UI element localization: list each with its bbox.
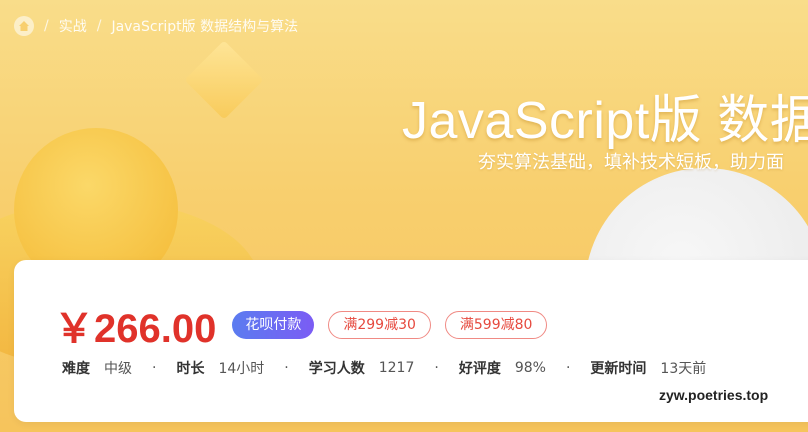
course-meta-row: 难度 中级 · 时长 14小时 · 学习人数 1217 · 好评度 98% · … bbox=[62, 358, 706, 378]
course-title: JavaScript版 数据结 bbox=[402, 92, 808, 150]
home-icon[interactable] bbox=[14, 16, 34, 36]
difficulty-label: 难度 bbox=[62, 361, 90, 377]
difficulty-value: 中级 bbox=[104, 361, 132, 377]
duration-value: 14小时 bbox=[218, 361, 265, 377]
coupon-badge[interactable]: 满299减30 bbox=[328, 311, 431, 339]
breadcrumb-separator: / bbox=[96, 18, 102, 34]
breadcrumb-item-course[interactable]: JavaScript版 数据结构与算法 bbox=[111, 16, 298, 36]
updated-value: 13天前 bbox=[660, 361, 707, 377]
price-row: ￥266.00 花呗付款 满299减30 满599减80 bbox=[54, 296, 548, 354]
learners-value: 1217 bbox=[378, 360, 415, 376]
rating-label: 好评度 bbox=[458, 361, 501, 377]
course-subtitle: 夯实算法基础，填补技术短板，助力面 bbox=[478, 152, 784, 173]
rating-value: 98% bbox=[514, 360, 546, 376]
learners-label: 学习人数 bbox=[308, 361, 365, 377]
huabei-payment-badge[interactable]: 花呗付款 bbox=[232, 311, 315, 339]
meta-separator-dot: · bbox=[152, 360, 157, 376]
meta-separator-dot: · bbox=[284, 360, 289, 376]
breadcrumb-separator: / bbox=[44, 18, 49, 34]
meta-separator-dot: · bbox=[434, 360, 439, 376]
meta-separator-dot: · bbox=[565, 360, 571, 376]
breadcrumb: / 实战 / JavaScript版 数据结构与算法 bbox=[14, 16, 298, 36]
decorative-diamond bbox=[184, 40, 264, 120]
course-price: ￥266.00 bbox=[54, 307, 217, 351]
watermark: zyw.poetries.top bbox=[659, 387, 769, 403]
breadcrumb-item-practice[interactable]: 实战 bbox=[59, 16, 87, 36]
updated-label: 更新时间 bbox=[590, 361, 647, 377]
duration-label: 时长 bbox=[176, 361, 205, 377]
coupon-badge[interactable]: 满599减80 bbox=[444, 311, 548, 339]
